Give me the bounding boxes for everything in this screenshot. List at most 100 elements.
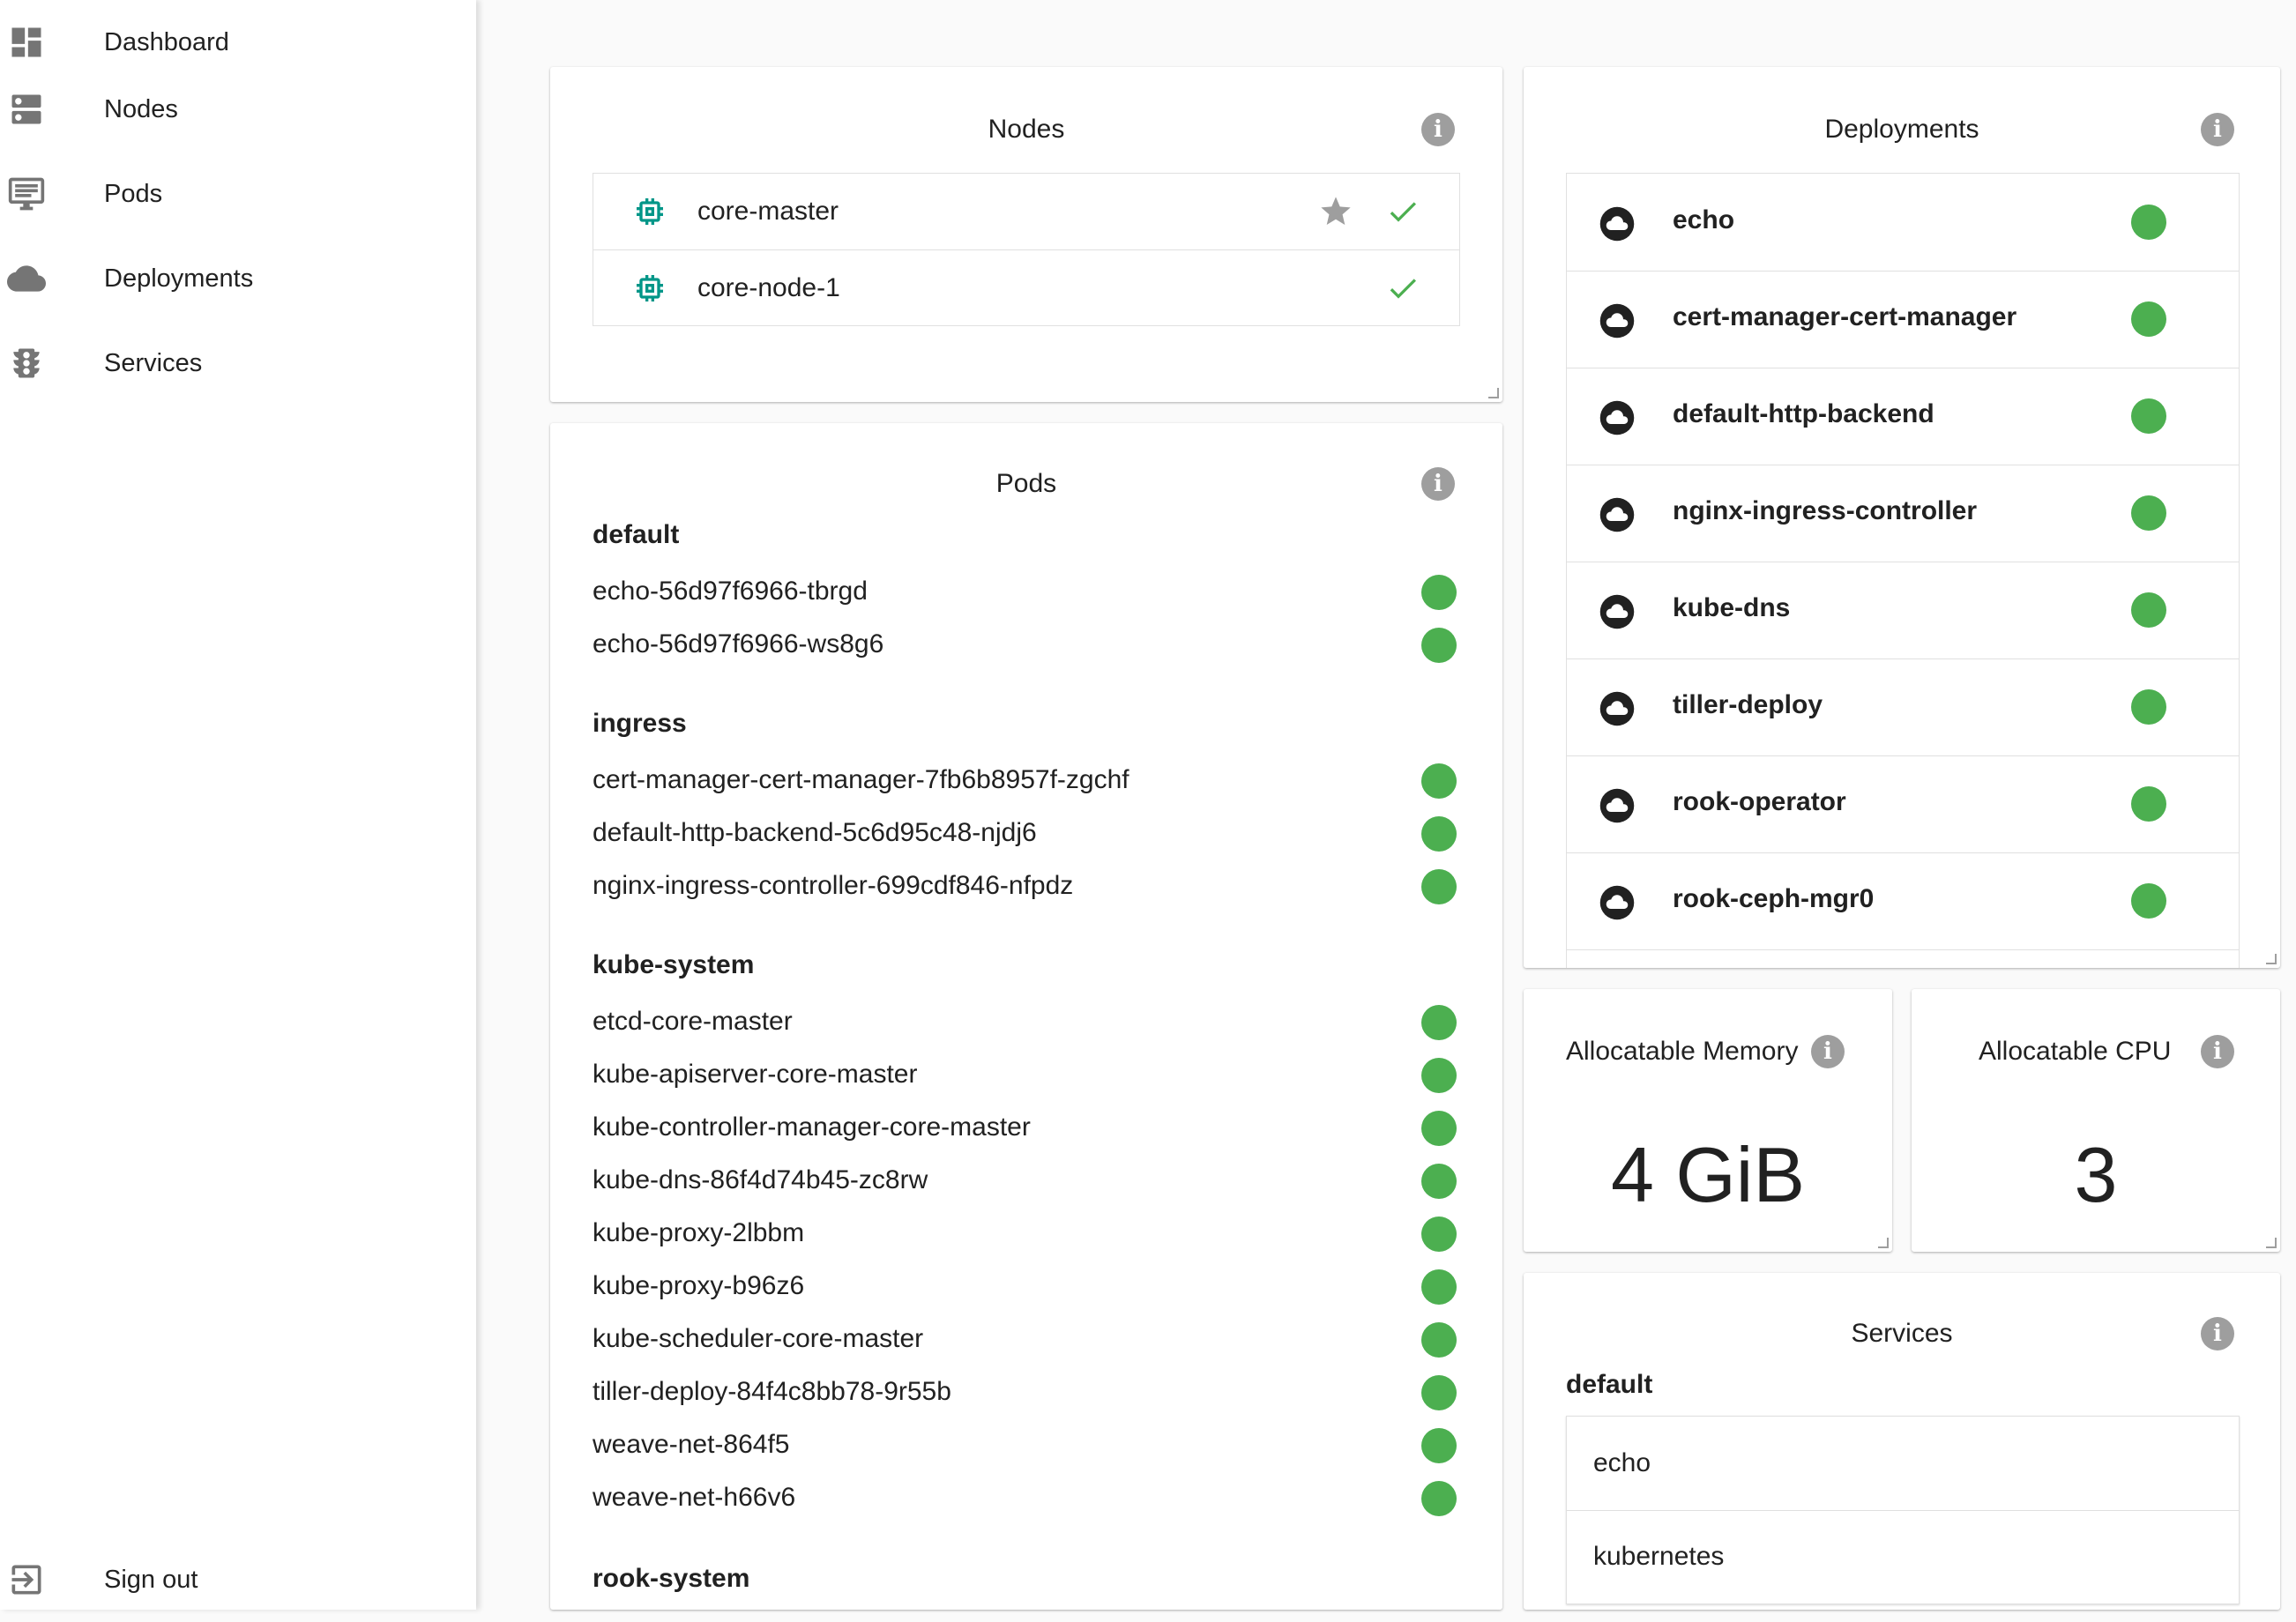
cloud-circle-icon [1599, 594, 1635, 629]
pod-name[interactable]: tiller-deploy-84f4c8bb78-9r55b [593, 1377, 951, 1407]
deployment-row[interactable]: tiller-deploy [1567, 658, 2239, 756]
namespace-heading: default [1566, 1370, 1653, 1399]
node-row[interactable]: core-node-1 [593, 249, 1459, 326]
sidebar-item-nodes[interactable]: Nodes [0, 67, 476, 152]
cloud-circle-icon [1599, 303, 1635, 339]
pod-name[interactable]: default-http-backend-5c6d95c48-njdj6 [593, 818, 1037, 848]
deployment-name: echo [1673, 205, 1735, 234]
status-dot [1421, 1322, 1457, 1358]
service-row[interactable]: kubernetes [1567, 1510, 2239, 1603]
card-title: Pods [995, 469, 1057, 498]
deployment-row[interactable]: nginx-ingress-controller [1567, 465, 2239, 562]
services-card: Services i default echo kubernetes [1524, 1273, 2280, 1610]
status-dot [2131, 786, 2166, 822]
pod-name[interactable]: cert-manager-cert-manager-7fb6b8957f-zgc… [593, 765, 1129, 795]
resize-handle[interactable] [1488, 388, 1499, 398]
pod-name[interactable]: echo-56d97f6966-ws8g6 [593, 629, 883, 659]
status-dot [1421, 869, 1457, 904]
services-list: echo kubernetes [1566, 1416, 2240, 1604]
dashboard-icon [7, 23, 46, 62]
nodes-list: core-master core-node-1 [593, 173, 1460, 326]
info-icon[interactable]: i [1421, 113, 1455, 146]
deployments-list: echo cert-manager-cert-manager default-h… [1566, 173, 2240, 968]
pod-name[interactable]: kube-apiserver-core-master [593, 1060, 917, 1090]
deployment-row[interactable]: kube-dns [1567, 562, 2239, 659]
memory-value: 4 GiB [1610, 1131, 1806, 1218]
status-dot [1421, 628, 1457, 663]
service-row[interactable]: echo [1567, 1417, 2239, 1511]
sidebar-item-services[interactable]: Services [0, 321, 476, 406]
cpu-card: Allocatable CPU i 3 [1912, 989, 2280, 1252]
node-row[interactable]: core-master [593, 174, 1459, 249]
sidebar-item-label: Nodes [104, 94, 178, 123]
info-icon[interactable]: i [1421, 467, 1455, 501]
status-dot [1421, 1111, 1457, 1146]
resize-handle[interactable] [2266, 1238, 2277, 1248]
cloud-circle-icon [1599, 885, 1635, 920]
deployment-name: nginx-ingress-controller [1673, 496, 1978, 525]
service-name: kubernetes [1593, 1542, 1725, 1571]
sign-out-icon [7, 1560, 46, 1599]
namespace-heading: rook-system [593, 1564, 750, 1593]
cloud-circle-icon [1599, 400, 1635, 435]
deployment-row[interactable]: rook-ceph-mgr0 [1567, 852, 2239, 950]
service-name: echo [1593, 1448, 1651, 1477]
status-dot [2131, 398, 2166, 434]
status-dot [1421, 1216, 1457, 1252]
namespace-heading: default [593, 520, 680, 549]
status-dot [1421, 575, 1457, 610]
deployment-row[interactable]: echo [1567, 174, 2239, 272]
status-dot [2131, 883, 2166, 919]
cpu-value: 3 [2074, 1131, 2118, 1218]
resize-handle[interactable] [2266, 954, 2277, 964]
sidebar-item-deployments[interactable]: Deployments [0, 236, 476, 321]
cloud-circle-icon [1599, 788, 1635, 823]
sidebar: Dashboard Nodes Pods Deployments Service… [0, 0, 476, 1610]
deployment-row[interactable]: cert-manager-cert-manager [1567, 271, 2239, 368]
sidebar-item-label: Pods [104, 179, 163, 208]
pod-name[interactable]: weave-net-h66v6 [593, 1483, 795, 1513]
pod-name[interactable]: echo-56d97f6966-tbrgd [593, 577, 868, 606]
node-name: core-master [697, 197, 839, 226]
pods-icon [7, 175, 46, 213]
status-dot [1421, 1058, 1457, 1093]
deployment-name: default-http-backend [1673, 399, 1934, 428]
info-icon[interactable]: i [2201, 113, 2234, 146]
status-dot [1421, 1481, 1457, 1516]
nodes-card: Nodes i core-master core-node-1 [550, 67, 1502, 402]
info-icon[interactable]: i [2201, 1317, 2234, 1350]
status-dot [1421, 816, 1457, 852]
pod-name[interactable]: nginx-ingress-controller-699cdf846-nfpdz [593, 871, 1073, 901]
card-title: Deployments [1824, 115, 1979, 144]
memory-card: Allocatable Memory i 4 GiB [1524, 989, 1892, 1252]
status-dot [1421, 763, 1457, 799]
namespace-heading: kube-system [593, 950, 755, 979]
cloud-circle-icon [1599, 691, 1635, 726]
cloud-circle-icon [1599, 206, 1635, 242]
deployment-row[interactable]: default-http-backend [1567, 368, 2239, 465]
resize-handle[interactable] [1878, 1238, 1889, 1248]
info-icon[interactable]: i [1811, 1035, 1845, 1068]
status-dot [2131, 205, 2166, 240]
pod-name[interactable]: kube-scheduler-core-master [593, 1324, 923, 1354]
status-dot [1421, 1005, 1457, 1040]
sidebar-item-label: Deployments [104, 264, 254, 293]
pod-name[interactable]: kube-dns-86f4d74b45-zc8rw [593, 1165, 928, 1195]
deployment-name: rook-ceph-mgr0 [1673, 884, 1875, 913]
status-dot [1421, 1164, 1457, 1199]
star-icon[interactable] [1318, 194, 1353, 229]
pod-name[interactable]: kube-proxy-b96z6 [593, 1271, 804, 1301]
sidebar-item-pods[interactable]: Pods [0, 152, 476, 236]
check-icon [1390, 279, 1416, 299]
pod-name[interactable]: kube-controller-manager-core-master [593, 1112, 1031, 1142]
pod-name[interactable]: weave-net-864f5 [593, 1430, 789, 1460]
card-title: Services [1851, 1319, 1953, 1348]
deployment-row[interactable]: rook-operator [1567, 755, 2239, 853]
info-icon[interactable]: i [2201, 1035, 2234, 1068]
status-dot [1421, 1269, 1457, 1305]
pod-name[interactable]: etcd-core-master [593, 1007, 793, 1037]
pod-name[interactable]: kube-proxy-2lbbm [593, 1218, 804, 1248]
sidebar-item-label: Services [104, 348, 203, 377]
chip-icon [637, 275, 663, 301]
card-title: Nodes [988, 115, 1065, 144]
